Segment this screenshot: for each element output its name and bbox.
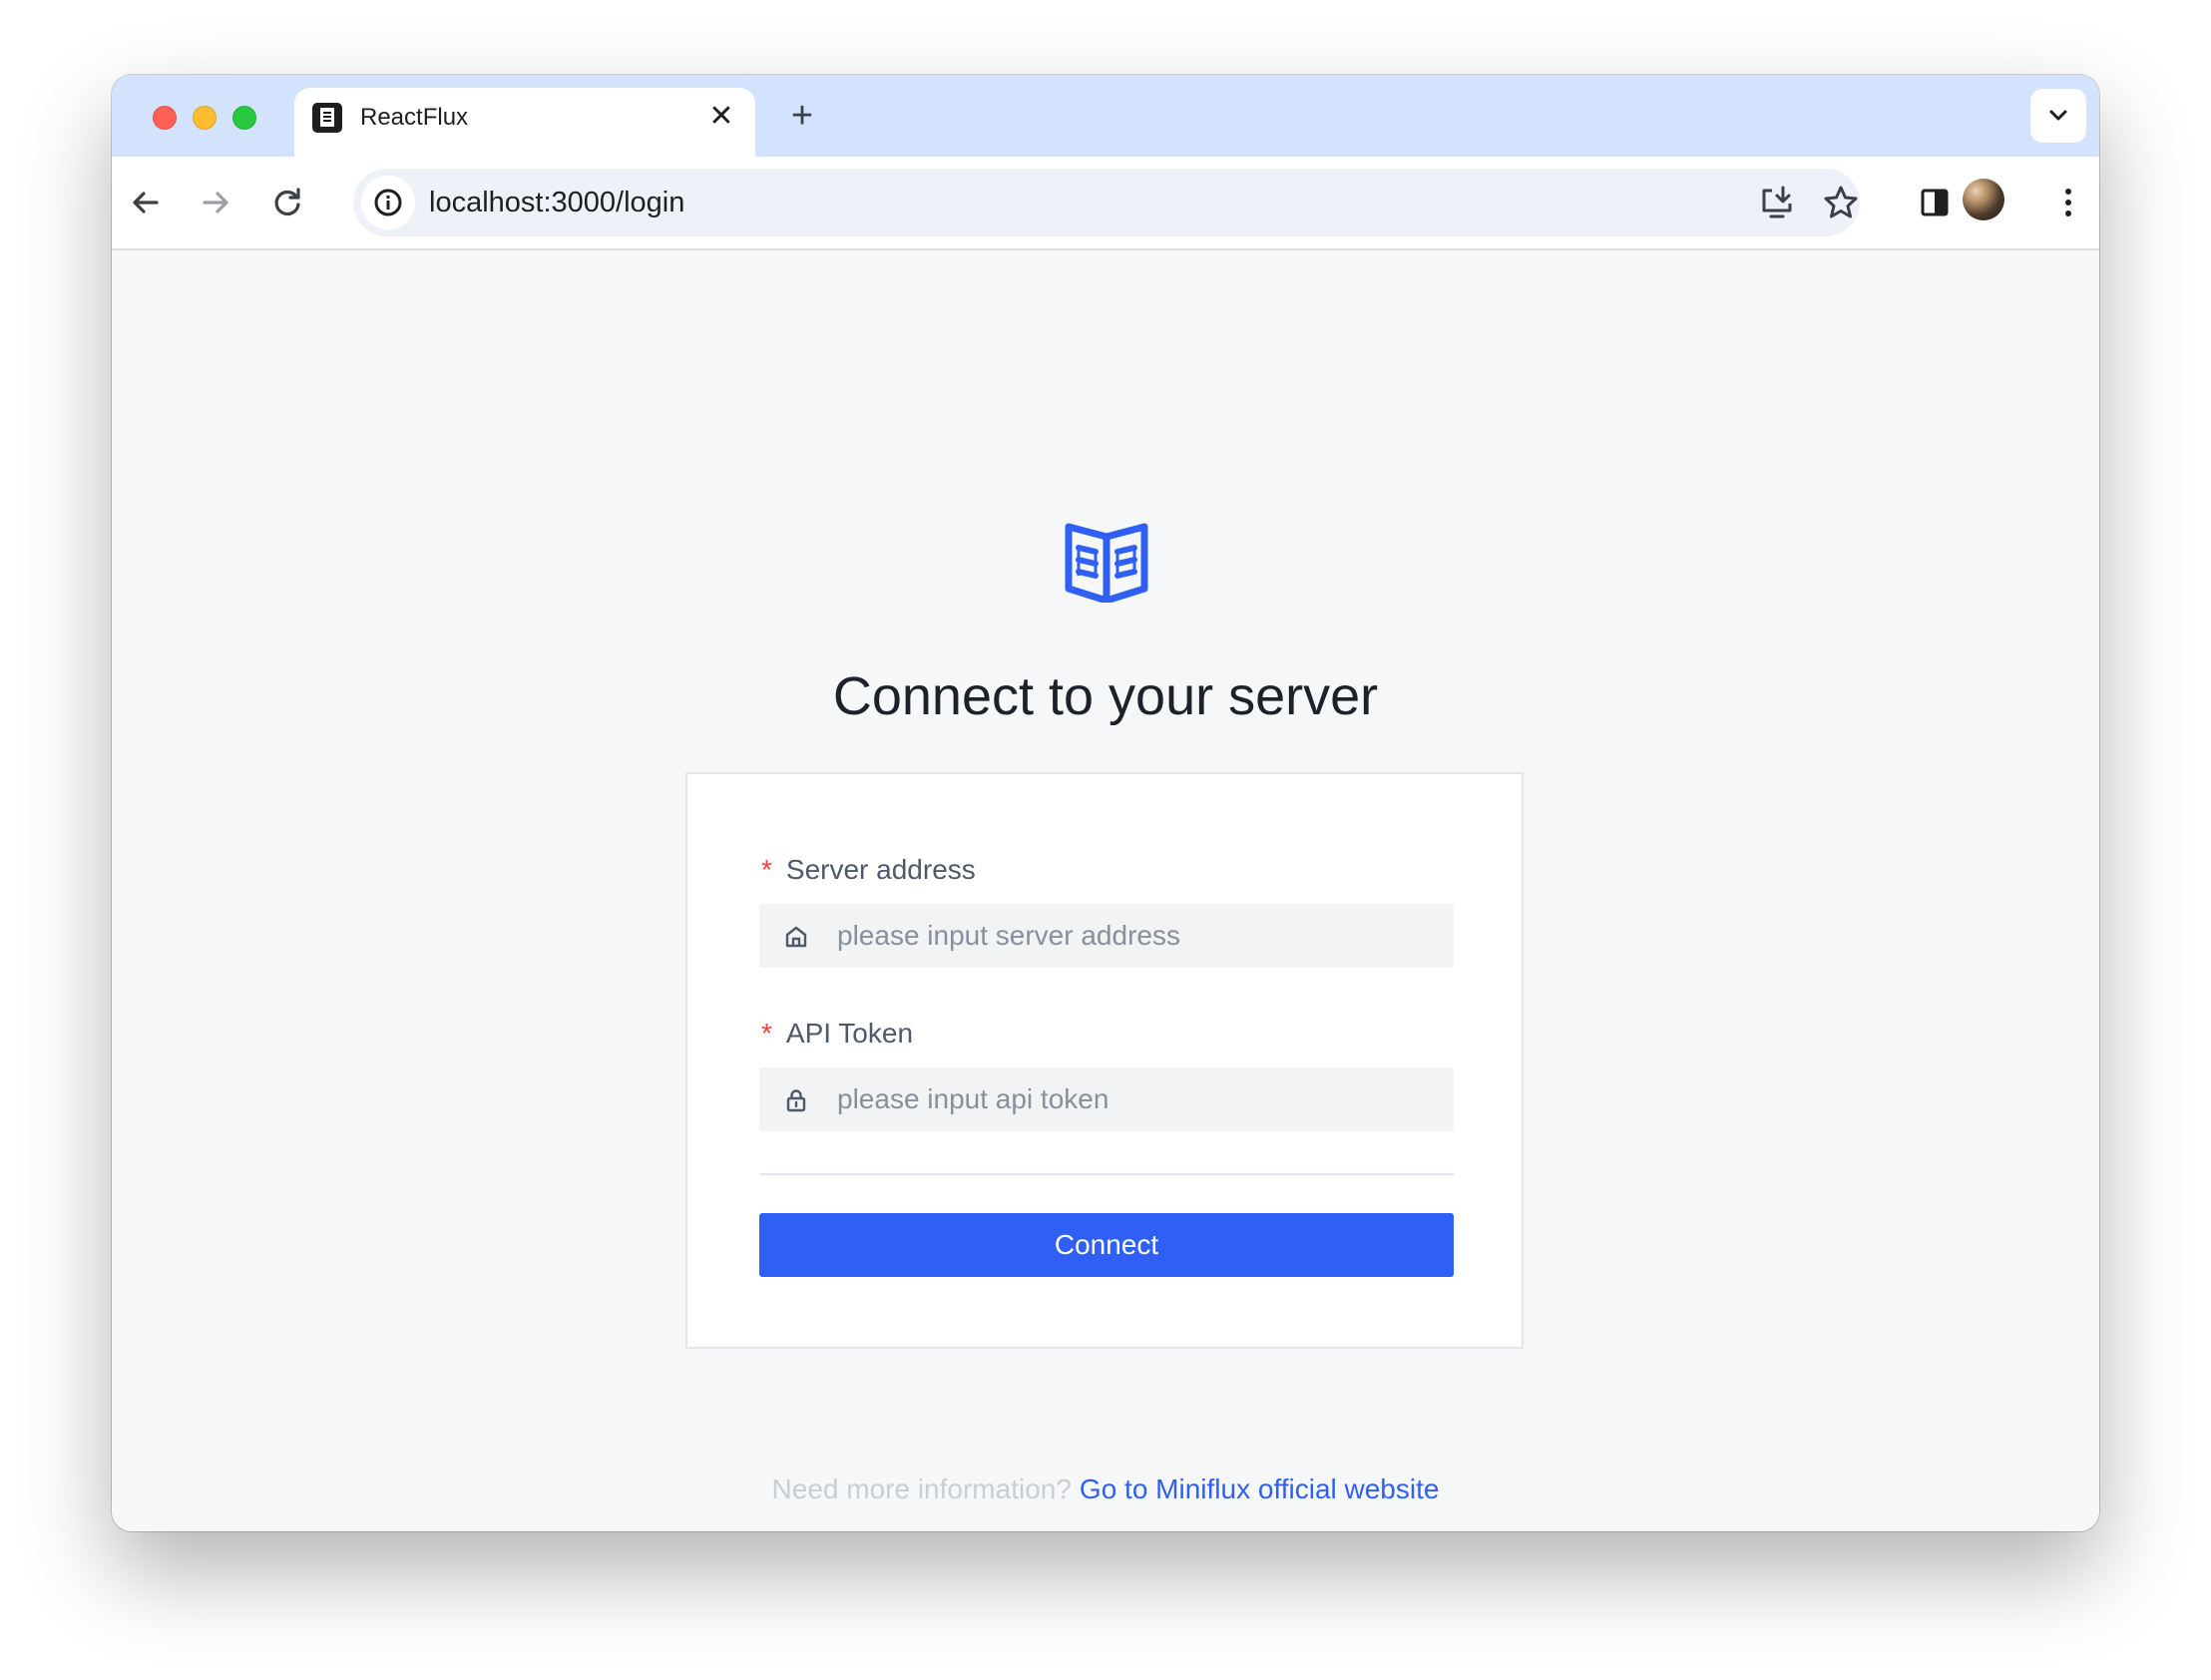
browser-menu-button[interactable] [2042,177,2094,228]
required-marker: * [761,854,772,885]
tab-strip: ReactFlux ✕ + [112,75,2099,158]
address-bar[interactable]: localhost:3000/login [353,169,1860,236]
page-favicon-icon [312,103,342,133]
required-marker: * [761,1018,772,1049]
api-token-input[interactable] [837,1067,1436,1131]
menu-dots-icon [2065,189,2071,216]
tab-search-button[interactable] [2030,89,2086,143]
lock-icon [786,1089,806,1112]
side-panel-button[interactable] [1909,177,1961,228]
home-icon [785,926,807,948]
footer-help: Need more information? Go to Miniflux off… [112,1473,2099,1505]
server-address-label: * Server address [761,854,976,885]
forward-button[interactable] [190,177,241,228]
profile-avatar[interactable] [1963,179,2004,220]
api-token-field[interactable] [759,1067,1454,1131]
tab-close-button[interactable]: ✕ [705,101,737,133]
form-divider [759,1173,1454,1175]
reload-button[interactable] [261,177,313,228]
chevron-down-icon [2049,110,2067,121]
footer-prompt: Need more information? [771,1473,1072,1504]
close-window-button[interactable] [153,106,177,130]
site-info-icon [374,189,402,216]
active-tab[interactable]: ReactFlux ✕ [294,88,755,158]
site-info-button[interactable] [361,176,415,229]
reload-icon [274,188,300,216]
api-token-label: * API Token [761,1018,914,1049]
miniflux-website-link[interactable]: Go to Miniflux official website [1080,1473,1440,1504]
url-text[interactable]: localhost:3000/login [429,187,684,219]
back-button[interactable] [120,177,172,228]
connect-button[interactable]: Connect [759,1213,1454,1277]
forward-arrow-icon [203,192,228,213]
browser-toolbar: localhost:3000/login [112,157,2099,250]
server-address-field[interactable] [759,904,1454,968]
open-book-logo-icon [1065,523,1148,603]
back-arrow-icon [133,192,159,213]
browser-window: ReactFlux ✕ + localhost:3000/login Conne… [112,75,2099,1531]
maximize-window-button[interactable] [232,106,256,130]
login-page: Connect to your server *Server address *… [112,250,2099,1531]
bookmark-star-icon[interactable] [1820,182,1862,223]
login-form: *Server address *API Token [685,772,1524,1349]
tab-title: ReactFlux [360,104,469,131]
new-tab-button[interactable]: + [782,97,822,137]
page-title: Connect to your server [832,666,1379,726]
server-address-input[interactable] [837,904,1436,968]
minimize-window-button[interactable] [193,106,217,130]
install-app-icon[interactable] [1756,182,1798,223]
side-panel-icon [1921,189,1949,216]
